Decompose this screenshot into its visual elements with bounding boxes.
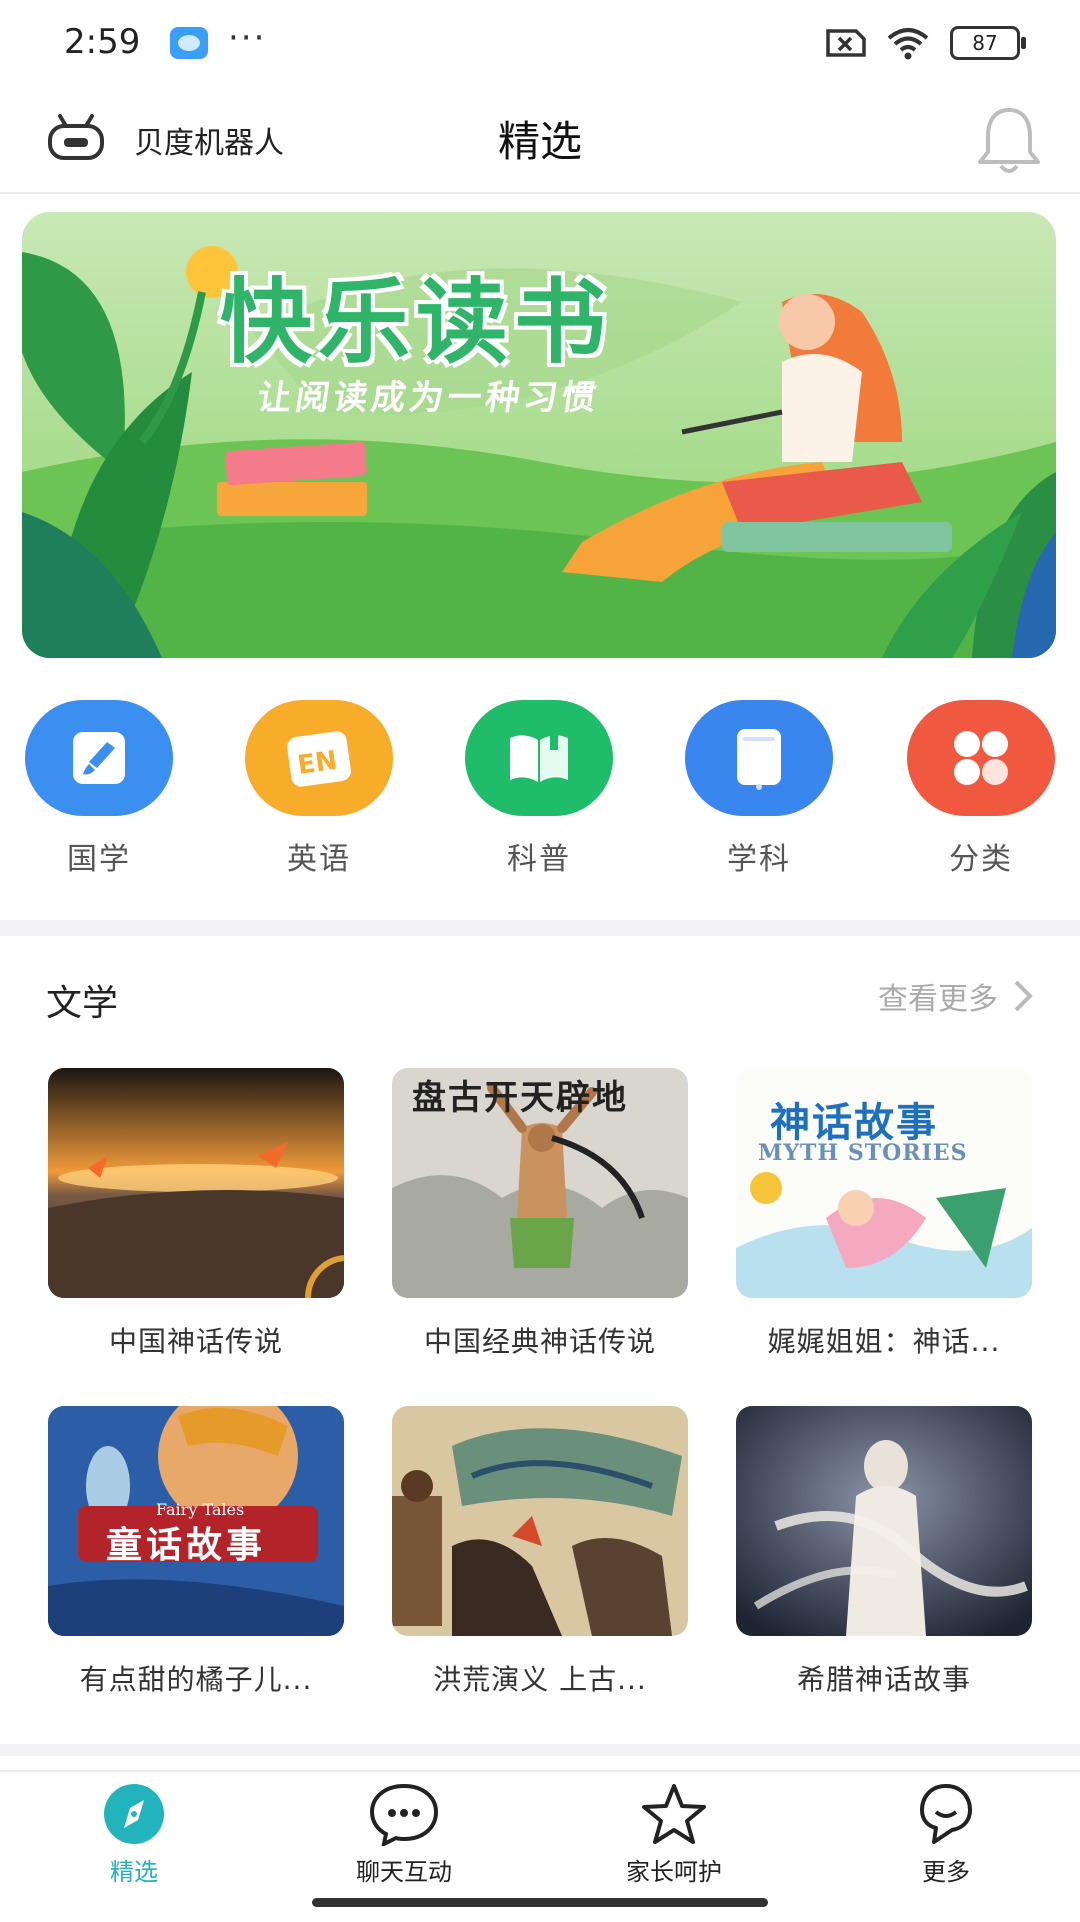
compass-icon xyxy=(104,1784,164,1844)
category-label: 国学 xyxy=(67,842,131,877)
book-title: 洪荒演义 上古... xyxy=(433,1663,647,1696)
promo-banner[interactable]: 快乐读书 让阅读成为一种习惯 xyxy=(22,212,1056,658)
section-divider xyxy=(0,1744,1080,1756)
book-cover-text: 盘古开天辟地 xyxy=(412,1078,628,1118)
bell-icon[interactable] xyxy=(974,104,1044,176)
book-card[interactable]: 洪荒演义 上古... xyxy=(392,1406,688,1698)
book-cover xyxy=(48,1068,344,1298)
book-cover-text: 童话故事 xyxy=(106,1525,267,1566)
category-all[interactable]: 分类 xyxy=(906,700,1056,878)
book-card[interactable]: Fairy Tales 童话故事 有点甜的橘子儿... xyxy=(48,1406,344,1698)
book-title: 中国神话传说 xyxy=(108,1325,283,1358)
brush-icon xyxy=(25,700,173,816)
nav-more[interactable]: 更多 xyxy=(846,1782,1046,1887)
wifi-icon xyxy=(887,28,929,60)
grid-icon xyxy=(907,700,1055,816)
banner-title: 快乐读书 xyxy=(220,269,613,376)
open-book-icon xyxy=(465,700,613,816)
category-english[interactable]: EN 英语 xyxy=(244,700,394,878)
category-science[interactable]: 科普 xyxy=(464,700,614,878)
svg-text:EN: EN xyxy=(296,746,339,781)
home-indicator[interactable] xyxy=(312,1898,768,1907)
en-card-icon: EN xyxy=(245,700,393,816)
category-subject[interactable]: 学科 xyxy=(684,700,834,878)
book-cover xyxy=(392,1406,688,1636)
book-title: 希腊神话故事 xyxy=(796,1663,971,1696)
book-title: 娓娓姐姐：神话... xyxy=(767,1325,1001,1358)
book-title: 有点甜的橘子儿... xyxy=(79,1663,313,1696)
book-cover: 神话故事 MYTH STORIES xyxy=(736,1068,1032,1298)
book-cover-subtext: MYTH STORIES xyxy=(758,1140,968,1166)
see-more-label: 查看更多 xyxy=(878,982,998,1017)
section-title: 文学 xyxy=(46,983,119,1024)
book-card[interactable]: 盘古开天辟地 中国经典神话传说 xyxy=(392,1068,688,1360)
status-bar: 2:59 ··· 87 xyxy=(0,0,1080,90)
see-more-link[interactable]: 查看更多 xyxy=(878,974,1034,1018)
nav-featured[interactable]: 精选 xyxy=(34,1782,234,1887)
status-time: 2:59 xyxy=(64,22,141,62)
header: 贝度机器人 精选 xyxy=(0,90,1080,194)
page-title: 精选 xyxy=(497,117,582,166)
nav-label: 家长呵护 xyxy=(626,1858,722,1886)
book-card[interactable]: 神话故事 MYTH STORIES 娓娓姐姐：神话... xyxy=(736,1068,1032,1360)
nav-label: 聊天互动 xyxy=(356,1858,452,1886)
category-label: 分类 xyxy=(949,842,1013,877)
book-card[interactable]: 中国神话传说 xyxy=(48,1068,344,1360)
category-label: 学科 xyxy=(727,842,791,877)
book-card[interactable]: 希腊神话故事 xyxy=(736,1406,1032,1698)
category-label: 英语 xyxy=(287,842,351,877)
book-cover: 盘古开天辟地 xyxy=(392,1068,688,1298)
tablet-icon xyxy=(685,700,833,816)
book-cover: Fairy Tales 童话故事 xyxy=(48,1406,344,1636)
category-guoxue[interactable]: 国学 xyxy=(24,700,174,878)
book-title: 中国经典神话传说 xyxy=(423,1325,656,1358)
book-cover xyxy=(736,1406,1032,1636)
star-icon xyxy=(642,1784,706,1844)
category-label: 科普 xyxy=(507,842,571,877)
nav-chat[interactable]: 聊天互动 xyxy=(304,1782,504,1887)
category-row: 国学 EN 英语 科普 学科 分类 xyxy=(0,700,1080,880)
nav-parent-care[interactable]: 家长呵护 xyxy=(574,1782,774,1887)
banner-subtitle: 让阅读成为一种习惯 xyxy=(254,378,603,418)
chevron-right-icon xyxy=(1014,980,1033,1012)
more-notifications-icon: ··· xyxy=(228,18,267,58)
battery-indicator: 87 xyxy=(950,26,1026,60)
sim-off-icon xyxy=(826,29,866,57)
chat-icon xyxy=(369,1783,439,1846)
nav-label: 精选 xyxy=(110,1858,158,1886)
status-icons: 87 xyxy=(822,26,1026,60)
section-divider xyxy=(0,920,1080,936)
nav-label: 更多 xyxy=(922,1858,970,1886)
more-face-icon xyxy=(920,1784,972,1844)
app-notification-icon xyxy=(170,27,208,59)
